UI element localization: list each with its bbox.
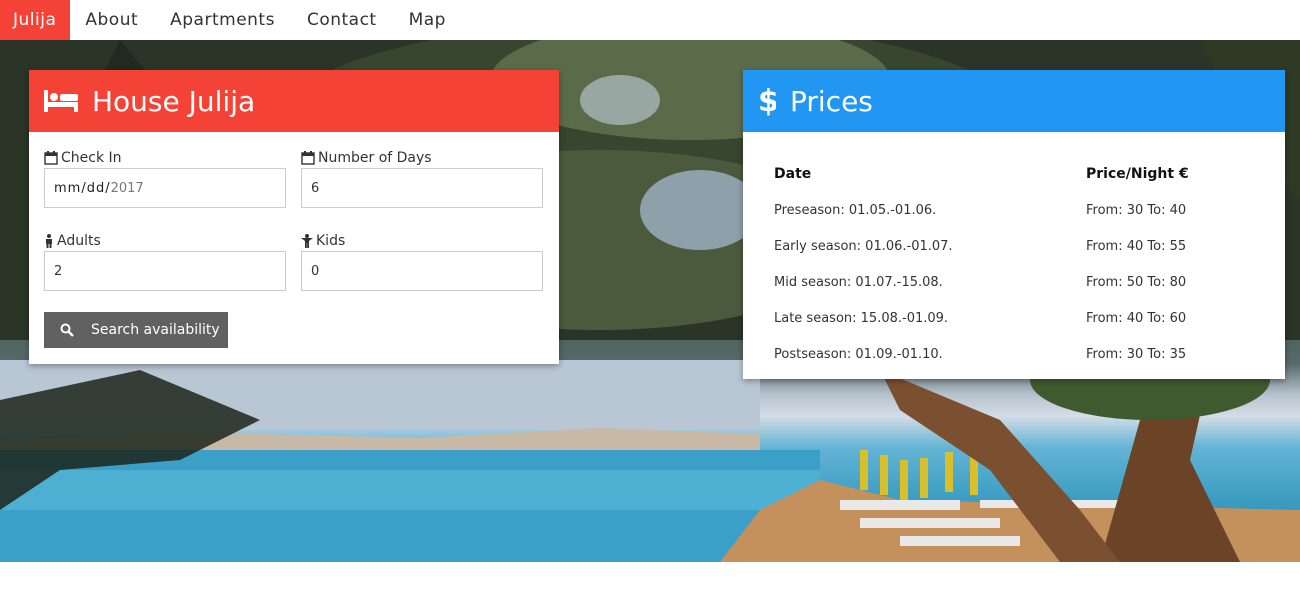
booking-panel: House Julija Check In mm/dd/2017 Number … <box>29 70 559 364</box>
child-icon <box>301 234 313 248</box>
male-icon <box>44 234 54 248</box>
bed-icon <box>44 90 78 112</box>
nav-item-map[interactable]: Map <box>394 0 461 40</box>
table-row: Late season: 15.08.-01.09. From: 40 To: … <box>774 310 1187 326</box>
days-label: Number of Days <box>301 148 543 168</box>
days-field: Number of Days 6 <box>301 148 543 208</box>
nav-item-about[interactable]: About <box>70 0 153 40</box>
checkin-field: Check In mm/dd/2017 <box>44 148 286 208</box>
col-date-header: Date <box>774 166 812 182</box>
dollar-icon: $ <box>758 86 776 116</box>
prices-table: Date Price/Night € Preseason: 01.05.-01.… <box>774 156 1254 372</box>
search-availability-button[interactable]: Search availability <box>44 312 228 348</box>
checkin-label: Check In <box>44 148 286 168</box>
table-row: Early season: 01.06.-01.07. From: 40 To:… <box>774 238 1187 254</box>
booking-title: House Julija <box>92 84 256 118</box>
col-price-header: Price/Night € <box>1086 166 1189 182</box>
nav-item-apartments[interactable]: Apartments <box>155 0 290 40</box>
search-icon <box>60 323 74 337</box>
table-row: Mid season: 01.07.-15.08. From: 50 To: 8… <box>774 274 1187 290</box>
calendar-icon <box>44 151 58 165</box>
prices-title: Prices <box>790 84 873 118</box>
nav-item-contact[interactable]: Contact <box>292 0 392 40</box>
svg-text:$: $ <box>758 86 776 116</box>
table-row: Preseason: 01.05.-01.06. From: 30 To: 40 <box>774 202 1187 218</box>
kids-field: Kids 0 <box>301 231 543 291</box>
nav-item-julija[interactable]: Julija <box>0 0 71 40</box>
adults-input[interactable]: 2 <box>44 251 286 291</box>
kids-input[interactable]: 0 <box>301 251 543 291</box>
table-row: Postseason: 01.09.-01.10. From: 30 To: 3… <box>774 346 1187 362</box>
calendar-icon <box>301 151 315 165</box>
adults-field: Adults 2 <box>44 231 286 291</box>
top-navbar: Julija About Apartments Contact Map <box>0 0 1300 40</box>
kids-label: Kids <box>301 231 543 251</box>
prices-table-header: Date Price/Night € <box>774 156 1254 192</box>
prices-panel: $ Prices Date Price/Night € Preseason: 0… <box>743 70 1285 379</box>
adults-label: Adults <box>44 231 286 251</box>
checkin-input[interactable]: mm/dd/2017 <box>44 168 286 208</box>
prices-panel-header: $ Prices <box>743 70 1285 132</box>
booking-panel-header: House Julija <box>29 70 559 132</box>
days-input[interactable]: 6 <box>301 168 543 208</box>
